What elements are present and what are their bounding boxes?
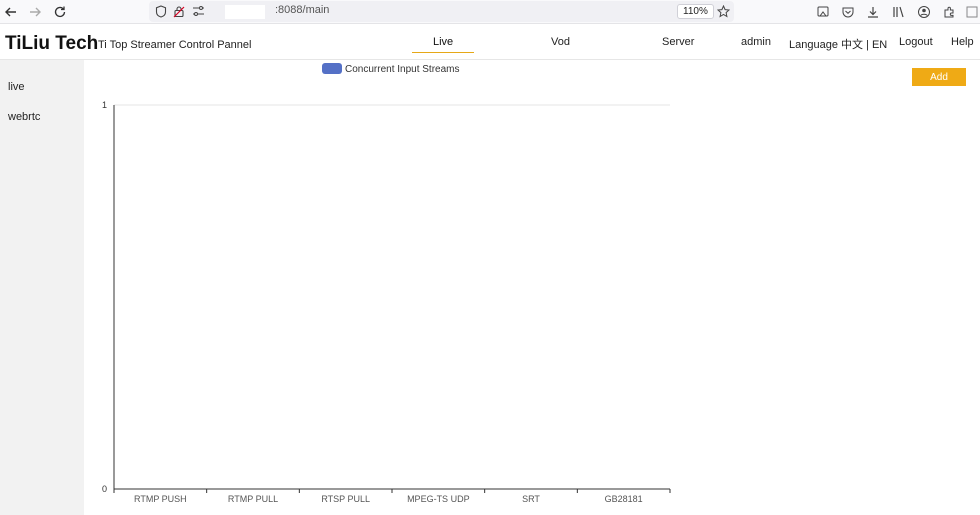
y-tick-label: 1 — [102, 100, 107, 110]
url-text[interactable]: :8088/main — [275, 4, 329, 16]
x-tick-label: GB28181 — [605, 494, 643, 504]
app-header: TiLiu Tech Ti Top Streamer Control Panne… — [0, 25, 980, 60]
brand-title: TiLiu Tech — [5, 33, 99, 54]
nav-active-underline — [412, 52, 474, 53]
download-icon[interactable] — [865, 4, 881, 20]
sidebar-item-webrtc[interactable]: webrtc — [8, 111, 40, 123]
brand-subtitle: Ti Top Streamer Control Pannel — [98, 39, 252, 51]
pocket-icon[interactable] — [840, 4, 856, 20]
browser-toolbar: :8088/main 110% — [0, 0, 980, 24]
x-tick-label: MPEG-TS UDP — [407, 494, 470, 504]
nav-logout[interactable]: Logout — [899, 36, 933, 48]
y-tick-label: 0 — [102, 484, 107, 494]
sidebar-item-live[interactable]: live — [8, 81, 25, 93]
account-icon[interactable] — [916, 4, 932, 20]
nav-user[interactable]: admin — [741, 36, 771, 48]
address-bar[interactable]: :8088/main 110% — [149, 1, 734, 22]
nav-language[interactable]: Language 中文 | EN — [789, 36, 887, 52]
bookmark-star-icon[interactable] — [715, 3, 731, 19]
x-tick-label: RTSP PULL — [321, 494, 370, 504]
forward-icon[interactable] — [26, 3, 44, 21]
menu-icon[interactable] — [964, 4, 980, 20]
streams-chart: Concurrent Input Streams 0 1 RTMP PUSH RTMP … — [102, 63, 671, 504]
reload-icon[interactable] — [51, 3, 69, 21]
back-icon[interactable] — [2, 3, 20, 21]
permissions-icon[interactable] — [190, 3, 206, 19]
legend-swatch — [322, 63, 342, 74]
x-tick-label: SRT — [522, 494, 540, 504]
nav-server[interactable]: Server — [662, 36, 694, 48]
screenshot-icon[interactable] — [815, 4, 831, 20]
sidebar: live webrtc — [0, 60, 84, 515]
x-tick-label: RTMP PUSH — [134, 494, 187, 504]
x-tick-label: RTMP PULL — [228, 494, 278, 504]
nav-help[interactable]: Help — [951, 36, 974, 48]
legend-label: Concurrent Input Streams — [345, 64, 460, 75]
library-icon[interactable] — [891, 4, 907, 20]
add-button[interactable]: Add — [912, 68, 966, 86]
zoom-level[interactable]: 110% — [677, 4, 714, 19]
nav-vod[interactable]: Vod — [551, 36, 570, 48]
lock-warning-icon[interactable] — [171, 3, 187, 19]
shield-icon[interactable] — [153, 3, 169, 19]
nav-live[interactable]: Live — [433, 36, 453, 48]
extensions-icon[interactable] — [941, 4, 957, 20]
url-redaction-patch — [225, 5, 265, 19]
